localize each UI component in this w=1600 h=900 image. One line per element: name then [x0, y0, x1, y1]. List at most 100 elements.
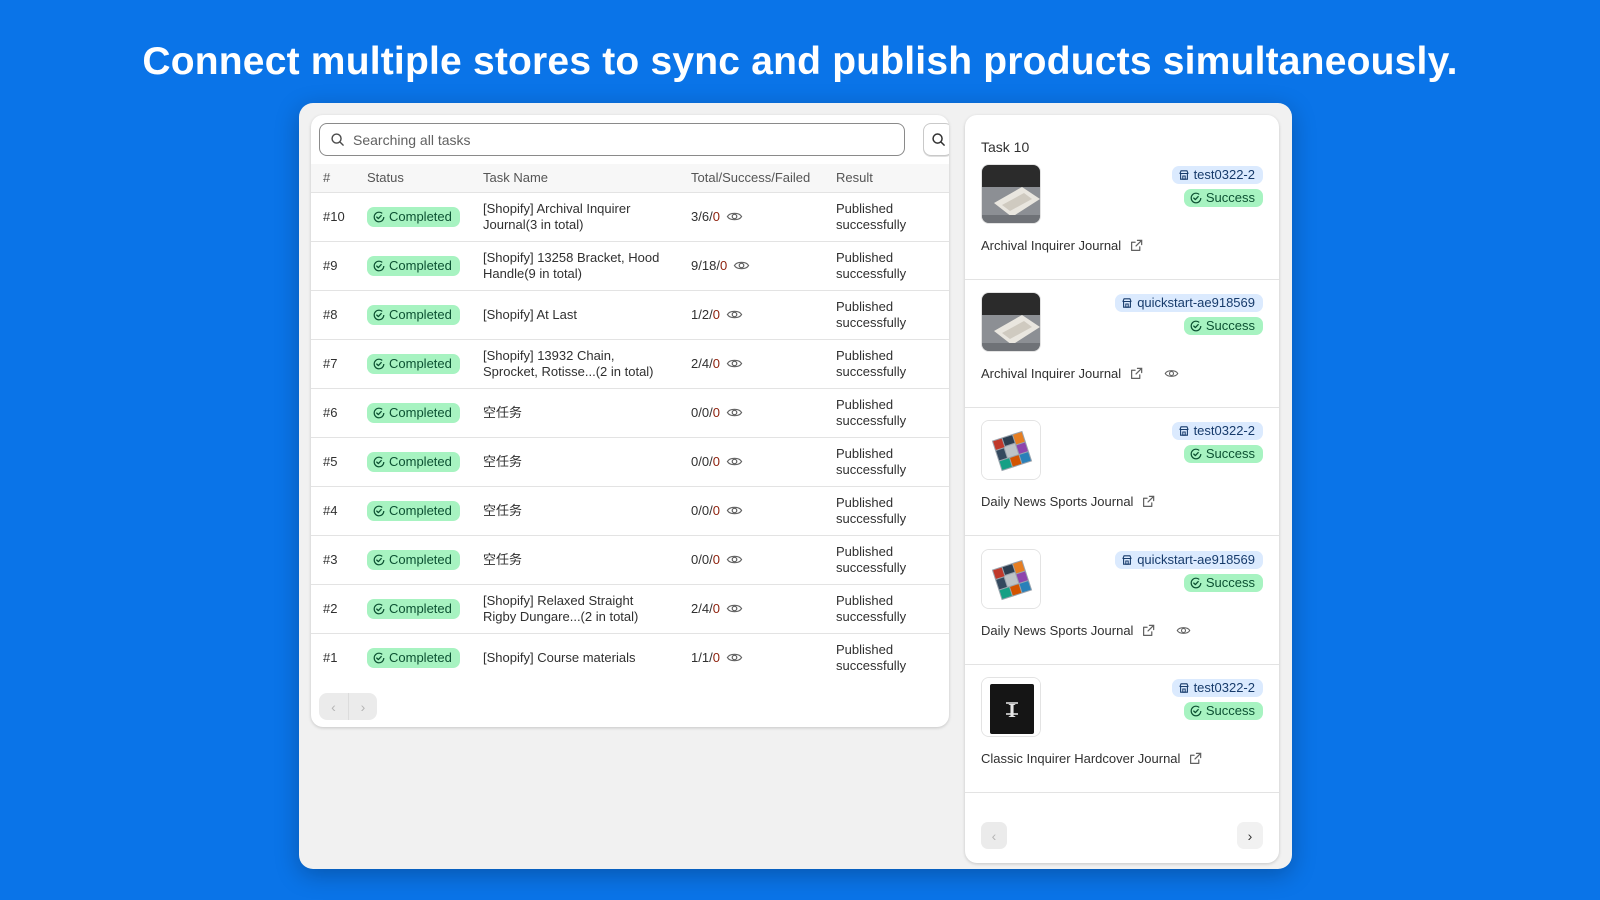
search-input[interactable] [353, 131, 873, 148]
success-badge: Success [1183, 445, 1263, 463]
result-text: Published successfully [836, 494, 907, 526]
eye-icon[interactable] [1176, 623, 1191, 638]
success-label: Success [1205, 318, 1255, 333]
totals-cell: 0/0/0 [679, 388, 824, 437]
eye-icon[interactable] [726, 649, 743, 666]
eye-icon[interactable] [1164, 366, 1179, 381]
status-badge: Completed [367, 549, 460, 570]
success-badge: Success [1183, 317, 1263, 335]
table-row[interactable]: #1 Completed [Shopify] Course materials 1/1… [311, 633, 949, 682]
total-count: 9 [691, 257, 699, 273]
task-number: #2 [323, 600, 338, 616]
status-label: Completed [389, 502, 452, 518]
column-header-result: Result [836, 170, 873, 186]
table-row[interactable]: #7 Completed [Shopify] 13932 Chain, Sprock… [311, 339, 949, 388]
failed-count: 0 [712, 649, 720, 665]
product-name: Daily News Sports Journal [981, 494, 1134, 509]
eye-icon[interactable] [726, 208, 743, 225]
product-item: quickstart-ae918569 Success Daily News Spo… [965, 549, 1279, 680]
task-number: #1 [323, 649, 338, 665]
product-name: Classic Inquirer Hardcover Journal [981, 751, 1181, 766]
store-badge: test0322-2 [1171, 679, 1263, 697]
check-circle-icon [1190, 320, 1202, 332]
success-badge: Success [1183, 189, 1263, 207]
column-header-status: Status [367, 170, 404, 186]
status-badge: Completed [367, 500, 460, 521]
task-name: [Shopify] At Last [483, 306, 577, 322]
status-label: Completed [389, 355, 452, 371]
check-circle-icon [1190, 448, 1202, 460]
failed-count: 0 [712, 404, 720, 420]
product-thumbnail [981, 549, 1041, 609]
total-count: 1 [691, 306, 699, 322]
status-cell: Completed [355, 290, 471, 339]
external-link-icon[interactable] [1188, 751, 1203, 766]
totals-cell: 2/4/0 [679, 339, 824, 388]
product-thumbnail [981, 292, 1041, 352]
status-badge: Completed [367, 598, 460, 619]
result-text: Published successfully [836, 445, 907, 477]
status-cell: Completed [355, 584, 471, 633]
eye-icon[interactable] [726, 551, 743, 568]
success-count: 0 [701, 453, 710, 469]
eye-icon[interactable] [726, 600, 743, 617]
check-circle-icon [373, 603, 385, 615]
product-item: test0322-2 Success Daily News Sports Journ… [965, 420, 1279, 551]
external-link-icon[interactable] [1129, 238, 1144, 253]
check-circle-icon [373, 652, 385, 664]
table-row[interactable]: #8 Completed [Shopify] At Last 1/2/0 Publish… [311, 290, 949, 339]
table-row[interactable]: #2 Completed [Shopify] Relaxed Straight Ri… [311, 584, 949, 633]
store-name: test0322-2 [1193, 680, 1255, 695]
product-name-row: Archival Inquirer Journal [981, 366, 1179, 381]
task-list-card: # Status Task Name Total/Success/Failed … [311, 115, 949, 727]
status-cell: Completed [355, 339, 471, 388]
previous-page-button[interactable]: ‹ [319, 693, 348, 720]
eye-icon[interactable] [726, 355, 743, 372]
status-badge: Completed [367, 206, 460, 227]
totals-value: 1/2/0 [691, 306, 720, 322]
next-page-button[interactable]: › [348, 693, 377, 720]
result-text: Published successfully [836, 249, 907, 281]
task-number: #9 [323, 257, 338, 273]
store-name: test0322-2 [1193, 423, 1255, 438]
detail-previous-button[interactable]: ‹ [981, 822, 1007, 849]
product-name: Daily News Sports Journal [981, 623, 1134, 638]
check-circle-icon [1190, 577, 1202, 589]
task-name: 空任务 [483, 551, 523, 567]
eye-icon[interactable] [726, 306, 743, 323]
detail-next-button[interactable]: › [1237, 822, 1263, 849]
product-name-row: Archival Inquirer Journal [981, 238, 1144, 253]
totals-cell: 0/0/0 [679, 535, 824, 584]
eye-icon[interactable] [733, 257, 750, 274]
external-link-icon[interactable] [1141, 623, 1156, 638]
eye-icon[interactable] [726, 453, 743, 470]
table-row[interactable]: #4 Completed 空任务 0/0/0 Published successfull… [311, 486, 949, 535]
failed-count: 0 [712, 600, 720, 616]
task-name: [Shopify] Relaxed Straight Rigby Dungare… [483, 592, 639, 624]
status-cell: Completed [355, 241, 471, 290]
product-item: quickstart-ae918569 Success Archival Inqui… [965, 292, 1279, 423]
table-row[interactable]: #9 Completed [Shopify] 13258 Bracket, Hood… [311, 241, 949, 290]
table-row[interactable]: #6 Completed 空任务 0/0/0 Published successfull… [311, 388, 949, 437]
eye-icon[interactable] [726, 502, 743, 519]
search-icon [331, 133, 344, 146]
eye-icon[interactable] [726, 404, 743, 421]
search-field[interactable] [319, 123, 905, 156]
totals-value: 0/0/0 [691, 551, 720, 567]
task-name: [Shopify] 13932 Chain, Sprocket, Rotisse… [483, 347, 654, 379]
divider [965, 535, 1279, 536]
store-icon [1178, 425, 1190, 437]
task-name: 空任务 [483, 404, 523, 420]
status-badge: Completed [367, 451, 460, 472]
search-button[interactable] [923, 123, 949, 156]
store-icon [1178, 169, 1190, 181]
external-link-icon[interactable] [1141, 494, 1156, 509]
total-count: 0 [691, 551, 699, 567]
table-row[interactable]: #5 Completed 空任务 0/0/0 Published successfull… [311, 437, 949, 486]
task-name: [Shopify] Course materials [483, 649, 636, 665]
table-row[interactable]: #10 Completed [Shopify] Archival Inquirer … [311, 192, 949, 241]
table-row[interactable]: #3 Completed 空任务 0/0/0 Published successfull… [311, 535, 949, 584]
store-badge: quickstart-ae918569 [1115, 551, 1263, 569]
external-link-icon[interactable] [1129, 366, 1144, 381]
product-thumbnail: I [981, 677, 1041, 737]
